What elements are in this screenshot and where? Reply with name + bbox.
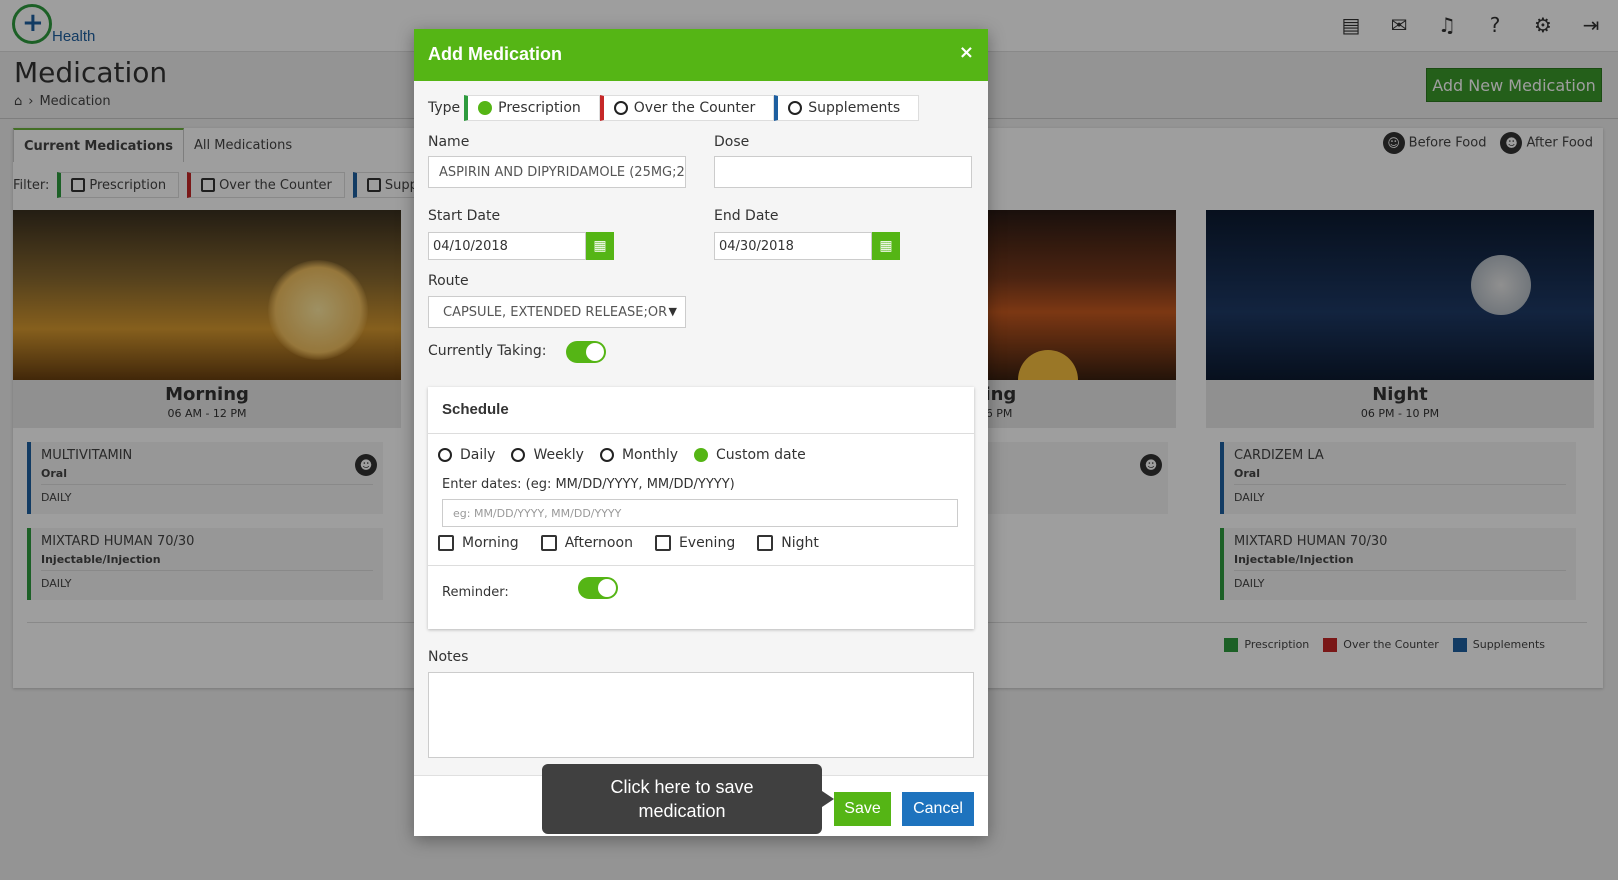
calendar-icon[interactable]: ▦: [586, 232, 614, 260]
frequency-custom-date[interactable]: Custom date: [694, 447, 806, 463]
type-option-label: Supplements: [808, 100, 901, 116]
type-prescription-option[interactable]: Prescription: [464, 95, 600, 121]
notes-label: Notes: [428, 649, 469, 665]
type-selector: Type Prescription Over the Counter Suppl…: [428, 95, 920, 121]
currently-taking-label: Currently Taking:: [428, 343, 547, 359]
close-icon[interactable]: ×: [959, 42, 974, 63]
frequency-label: Daily: [460, 447, 496, 463]
time-label: Morning: [462, 535, 519, 551]
notes-textarea[interactable]: [428, 672, 974, 758]
frequency-weekly[interactable]: Weekly: [511, 447, 584, 463]
name-input[interactable]: ASPIRIN AND DIPYRIDAMOLE (25MG;2: [428, 156, 686, 188]
end-date-label: End Date: [714, 208, 779, 224]
start-date-label: Start Date: [428, 208, 501, 224]
schedule-section: Schedule Daily Weekly Monthly Custom dat…: [428, 387, 974, 629]
radio-icon: [613, 101, 628, 115]
radio-selected-icon: [694, 448, 709, 462]
radio-selected-icon: [478, 101, 493, 115]
frequency-label: Monthly: [621, 447, 679, 463]
schedule-title: Schedule: [442, 401, 509, 418]
checkbox-icon: [654, 535, 671, 551]
currently-taking-toggle[interactable]: [566, 341, 606, 363]
dose-label: Dose: [714, 134, 750, 150]
time-afternoon-checkbox[interactable]: Afternoon: [540, 535, 633, 551]
checkbox-icon: [438, 535, 454, 551]
radio-icon: [599, 448, 614, 462]
frequency-monthly[interactable]: Monthly: [599, 447, 679, 463]
end-date-input[interactable]: 04/30/2018: [714, 232, 872, 260]
radio-icon: [788, 101, 803, 115]
radio-icon: [511, 448, 526, 462]
time-label: Evening: [678, 535, 736, 551]
time-label: Night: [781, 535, 819, 551]
reminder-toggle[interactable]: [578, 577, 618, 599]
type-supplements-option[interactable]: Supplements: [774, 95, 920, 121]
name-label: Name: [428, 134, 470, 150]
caret-down-icon: ▼: [668, 305, 677, 318]
frequency-options: Daily Weekly Monthly Custom date: [438, 447, 806, 463]
time-evening-checkbox[interactable]: Evening: [654, 535, 736, 551]
modal-header: Add Medication ×: [414, 29, 988, 81]
add-medication-modal: Add Medication × Type Prescription Over …: [414, 29, 988, 836]
save-tooltip: Click here to save medication: [542, 764, 834, 834]
calendar-icon[interactable]: ▦: [872, 232, 900, 260]
type-option-label: Over the Counter: [633, 100, 756, 116]
modal-title: Add Medication: [428, 44, 562, 64]
frequency-label: Custom date: [716, 447, 806, 463]
custom-dates-input[interactable]: eg: MM/DD/YYYY, MM/DD/YYYY: [442, 499, 958, 527]
time-night-checkbox[interactable]: Night: [757, 535, 819, 551]
radio-icon: [438, 448, 452, 462]
dose-input[interactable]: [714, 156, 972, 188]
route-label: Route: [428, 273, 469, 289]
route-select[interactable]: CAPSULE, EXTENDED RELEASE;OR ▼: [428, 296, 686, 328]
schedule-divider: [428, 433, 974, 434]
time-of-day-options: Morning Afternoon Evening Night: [438, 535, 819, 551]
dates-label: Enter dates: (eg: MM/DD/YYYY, MM/DD/YYYY…: [442, 477, 735, 492]
checkbox-icon: [757, 535, 774, 551]
time-label: Afternoon: [564, 535, 633, 551]
reminder-label: Reminder:: [442, 585, 509, 600]
frequency-daily[interactable]: Daily: [438, 447, 495, 463]
schedule-divider: [428, 565, 974, 566]
type-option-label: Prescription: [498, 100, 581, 116]
type-label: Type: [428, 100, 461, 116]
route-selected-value: CAPSULE, EXTENDED RELEASE;OR: [443, 304, 668, 320]
save-button[interactable]: Save: [834, 792, 891, 826]
cancel-button[interactable]: Cancel: [902, 792, 974, 826]
time-morning-checkbox[interactable]: Morning: [438, 535, 519, 551]
frequency-label: Weekly: [533, 447, 584, 463]
start-date-input[interactable]: 04/10/2018: [428, 232, 586, 260]
checkbox-icon: [540, 535, 557, 551]
type-over-the-counter-option[interactable]: Over the Counter: [599, 95, 775, 121]
